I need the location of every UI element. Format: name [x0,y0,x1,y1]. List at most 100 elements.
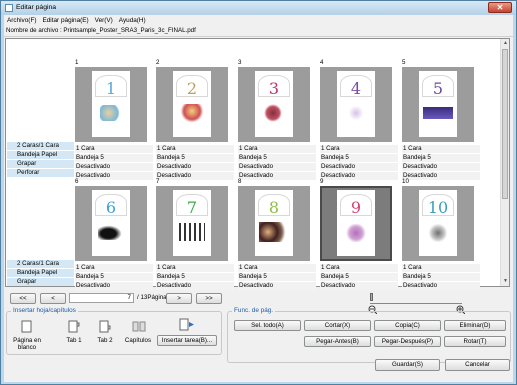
chapters-icon [132,320,146,333]
attr-tray: Bandeja 5 [156,273,234,281]
vertical-scrollbar[interactable]: ▲ ▼ [500,39,509,286]
preview-number: 5 [432,79,444,98]
scroll-down-icon[interactable]: ▼ [502,278,509,285]
page-number: 3 [238,59,242,66]
preview-number: 8 [268,198,280,217]
first-page-button[interactable]: << [10,293,36,304]
thumbnail-frame: 7 [156,186,228,261]
close-button[interactable]: ✕ [488,2,512,13]
page-functions-group: Func. de pág. Sel. todo(A) Cortar(X) Cop… [227,307,511,363]
attr-staple: Desactivado [320,282,398,290]
next-page-button[interactable]: > [166,293,192,304]
slider-handle[interactable] [370,293,373,301]
attr-staple: Desactivado [156,163,234,171]
delete-button[interactable]: Eliminar(D) [444,320,506,331]
menu-view[interactable]: Ver(V) [92,15,116,26]
last-page-button[interactable]: >> [196,293,222,304]
preview-illustration [179,223,205,241]
attr-sides: 1 Cara [75,145,153,153]
menu-edit-page[interactable]: Editar página(E) [39,15,91,26]
tab2-tool[interactable]: Tab 2 [88,320,122,344]
page-preview: 5 [419,71,457,137]
page-preview: 3 [255,71,293,137]
menu-bar: Archivo(F) Editar página(E) Ver(V) Ayuda… [4,15,513,26]
prev-page-button[interactable]: < [40,293,66,304]
preview-number: 4 [350,79,362,98]
paste-before-button[interactable]: Pegar-Antes(B) [304,336,371,347]
insert-task-button[interactable]: Insertar tarea(B)... [157,335,217,346]
attr-tray: Bandeja 5 [320,273,398,281]
attr-sides: 1 Cara [156,264,234,272]
tab-page-icon [68,320,80,333]
preview-illustration [345,224,367,242]
attr-punch: Desactivado [156,172,234,180]
client-area: Archivo(F) Editar página(E) Ver(V) Ayuda… [4,15,513,382]
paste-after-button[interactable]: Pegar-Después(P) [374,336,441,347]
file-name-label: Nombre de archivo : Printsample_Poster_S… [4,27,513,37]
scroll-up-icon[interactable]: ▲ [502,40,509,47]
page-number: 8 [238,178,242,185]
tab-page-icon [99,320,111,333]
save-button[interactable]: Guardar(S) [375,359,440,371]
attr-tray: Bandeja 5 [156,154,234,162]
title-bar[interactable]: Editar página ✕ [1,1,516,15]
tool-label: Tab 2 [97,337,113,344]
thumbnail-frame: 3 [238,67,310,142]
page-grid[interactable]: 2 Caras/1 Cara Bandeja Papel Grapar Perf… [5,38,510,290]
page-number: 7 [156,178,160,185]
attr-sides: 1 Cara [156,145,234,153]
chapters-tool[interactable]: Capítulos [121,320,155,344]
attr-sides: 1 Cara [402,264,480,272]
tool-label: Página en blanco [13,337,41,351]
preview-illustration [349,105,363,121]
cut-button[interactable]: Cortar(X) [304,320,371,331]
page-preview: 4 [337,71,375,137]
attr-staple: Desactivado [156,282,234,290]
attr-label-punch: Perforar [7,169,74,177]
page-preview: 2 [173,71,211,137]
select-all-button[interactable]: Sel. todo(A) [234,320,301,331]
preview-illustration [264,104,282,122]
attr-label-sides: 2 Caras/1 Cara [7,260,74,268]
window-title: Editar página [16,4,57,11]
preview-number: 2 [186,79,198,98]
preview-number: 1 [105,79,117,98]
attr-tray: Bandeja 5 [75,273,153,281]
attr-label-sides: 2 Caras/1 Cara [7,142,74,150]
page-number: 6 [75,178,79,185]
attr-tray: Bandeja 5 [402,154,480,162]
preview-number: 6 [105,198,117,217]
rotate-button[interactable]: Rotar(T) [444,336,506,347]
attr-staple: Desactivado [238,282,316,290]
page-total-label: / 13Página [137,294,167,301]
cancel-button[interactable]: Cancelar [445,359,510,371]
blank-page-icon [21,320,33,333]
thumbnail-frame: 1 [75,67,147,142]
preview-number: 10 [427,198,449,217]
scroll-thumb[interactable] [502,49,508,199]
tool-label: Tab 1 [66,337,82,344]
thumbnail-frame-selected: 9 [320,186,392,261]
tab1-tool[interactable]: Tab 1 [57,320,91,344]
attr-staple: Desactivado [320,163,398,171]
attr-punch: Desactivado [402,172,480,180]
attr-tray: Bandeja 5 [320,154,398,162]
preview-illustration [423,107,453,119]
page-number: 10 [402,178,409,185]
insert-task-icon [179,318,194,331]
page-functions-title: Func. de pág. [232,307,276,314]
preview-number: 7 [186,198,198,217]
menu-file[interactable]: Archivo(F) [4,15,39,26]
attr-sides: 1 Cara [238,264,316,272]
page-preview: 1 [92,71,130,137]
preview-illustration [429,223,447,243]
attr-sides: 1 Cara [238,145,316,153]
attr-tray: Bandeja 5 [75,154,153,162]
current-page-input[interactable]: 7 [69,293,134,303]
blank-page-tool[interactable]: Página en blanco [10,320,44,351]
page-preview: 10 [419,190,457,256]
slider-track [370,303,462,304]
menu-help[interactable]: Ayuda(H) [116,15,149,26]
copy-button[interactable]: Copia(C) [374,320,441,331]
attr-sides: 1 Cara [320,264,398,272]
